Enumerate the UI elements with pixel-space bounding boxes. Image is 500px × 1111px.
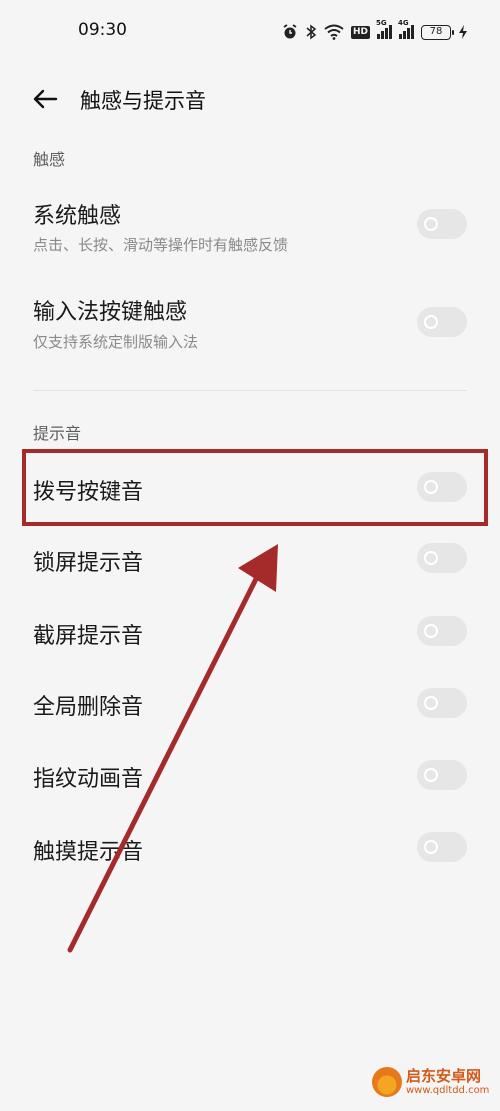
divider [33, 390, 467, 391]
setting-title: 截屏提示音 [33, 624, 144, 649]
alarm-icon [282, 24, 298, 40]
setting-row-screenshot-sound[interactable]: 截屏提示音 [0, 602, 500, 662]
toggle-switch[interactable] [417, 209, 467, 239]
setting-row-touch-sound[interactable]: 触摸提示音 [0, 818, 500, 878]
toggle-switch[interactable] [417, 688, 467, 718]
watermark-name: 启东安卓网 [406, 1067, 482, 1085]
setting-row-lock-sound[interactable]: 锁屏提示音 [0, 530, 500, 590]
status-time: 09:30 [78, 20, 127, 40]
header: 触感与提示音 [0, 72, 500, 126]
hd-icon: HD [350, 25, 370, 39]
setting-title: 输入法按键触感 [33, 300, 188, 325]
toggle-switch[interactable] [417, 543, 467, 573]
toggle-switch[interactable] [417, 760, 467, 790]
signal-icon: 4G [398, 19, 414, 39]
setting-row-system-haptics[interactable]: 系统触感 点击、长按、滑动等操作时有触感反馈 [0, 190, 500, 270]
setting-title: 系统触感 [33, 204, 122, 229]
toggle-switch[interactable] [417, 832, 467, 862]
setting-row-fingerprint-sound[interactable]: 指纹动画音 [0, 746, 500, 806]
watermark-url: www.qdltdd.com [406, 1085, 490, 1096]
bluetooth-icon [305, 24, 317, 40]
annotation-highlight-box [22, 449, 488, 526]
status-icons: HD 5G 4G 78 [282, 19, 468, 42]
section-label-haptics: 触感 [33, 150, 66, 169]
signal-generation: 4G [398, 19, 409, 27]
wifi-icon [324, 24, 344, 40]
setting-subtitle: 仅支持系统定制版输入法 [33, 333, 199, 351]
toggle-switch[interactable] [417, 307, 467, 337]
setting-subtitle: 点击、长按、滑动等操作时有触感反馈 [33, 236, 289, 254]
setting-title: 全局删除音 [33, 695, 144, 720]
watermark: 启东安卓网 www.qdltdd.com [372, 1067, 489, 1097]
setting-row-delete-sound[interactable]: 全局删除音 [0, 674, 500, 734]
status-bar: 09:30 HD 5G 4G 78 [0, 0, 500, 64]
section-label-sounds: 提示音 [33, 424, 82, 443]
toggle-switch[interactable] [417, 616, 467, 646]
setting-row-ime-haptics[interactable]: 输入法按键触感 仅支持系统定制版输入法 [0, 288, 500, 368]
setting-title: 锁屏提示音 [33, 551, 144, 576]
watermark-logo-icon [372, 1067, 402, 1097]
setting-title: 触摸提示音 [33, 840, 144, 865]
signal-icon: 5G [376, 19, 392, 39]
battery-icon: 78 [421, 24, 454, 40]
back-arrow-icon[interactable] [28, 82, 62, 116]
charging-icon [458, 24, 468, 40]
signal-generation: 5G [376, 19, 387, 27]
page-title: 触感与提示音 [80, 89, 206, 113]
setting-title: 指纹动画音 [33, 767, 144, 792]
